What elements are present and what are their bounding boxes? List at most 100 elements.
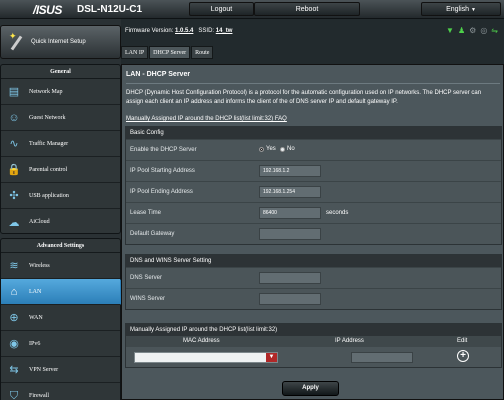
pool-start-input[interactable]: 192.168.1.2: [259, 165, 321, 177]
clients-status-icon[interactable]: ♟: [458, 26, 465, 36]
dns-server-input[interactable]: [259, 272, 321, 284]
col-edit: Edit: [457, 338, 468, 344]
sidebar-item-wireless[interactable]: ≋ Wireless: [1, 253, 120, 279]
tab-dhcp-server[interactable]: DHCP Server: [149, 46, 191, 59]
sidebar-item-label: IPv6: [29, 340, 41, 347]
apply-button[interactable]: Apply: [282, 381, 339, 396]
default-gateway-row: Default Gateway: [126, 223, 501, 244]
ipv6-icon: ◉: [9, 338, 19, 350]
basic-config-table: Basic Config Enable the DHCP Server Yes …: [125, 126, 502, 245]
firmware-info: Firmware Version: 1.0.5.4 SSID: 14_tw: [125, 28, 232, 34]
general-title: General: [1, 65, 120, 79]
dns-wins-title: DNS and WINS Server Setting: [126, 255, 501, 267]
dns-server-label: DNS Server: [130, 275, 163, 281]
advanced-menu: Advanced Settings ≋ Wireless ⌂ LAN ⊕ WAN ◉ I…: [0, 238, 130, 400]
vpn-icon: ⇆: [9, 364, 19, 376]
add-entry-icon[interactable]: +: [457, 350, 469, 362]
radio-unselected-icon: [280, 146, 285, 152]
tab-bar: LAN IP DHCP Server Route: [121, 46, 214, 59]
magic-wand-icon: [9, 31, 23, 51]
printer-status-icon[interactable]: ◎: [480, 26, 487, 36]
main-content: Firmware Version: 1.0.5.4 SSID: 14_tw ▼ …: [121, 19, 504, 400]
page-description: DHCP (Dynamic Host Configuration Protoco…: [126, 90, 482, 105]
status-icons: ▼ ♟ ⚙ ◎ ⇋: [446, 26, 498, 36]
advanced-title: Advanced Settings: [1, 239, 120, 253]
sidebar-item-label: LAN: [29, 288, 42, 295]
tab-route[interactable]: Route: [191, 46, 214, 59]
page-title: LAN - DHCP Server: [126, 71, 191, 78]
sidebar-item-label: USB application: [29, 192, 69, 199]
dhcp-panel: LAN - DHCP Server DHCP (Dynamic Host Con…: [121, 64, 504, 400]
traffic-manager-icon: ∿: [9, 138, 19, 150]
sidebar-item-firewall[interactable]: ⛉ Firewall: [1, 383, 120, 400]
manual-ip-table: Manually Assigned IP around the DHCP lis…: [125, 323, 502, 368]
tab-lan-ip[interactable]: LAN IP: [121, 46, 149, 59]
ssid-label: SSID:: [198, 28, 215, 34]
sidebar-item-parental-control[interactable]: 🔒 Parental control: [1, 157, 120, 183]
manual-ip-columns: MAC Address IP Address Edit: [126, 336, 501, 347]
faq-link[interactable]: Manually Assigned IP around the DHCP lis…: [126, 116, 287, 122]
enable-dhcp-row: Enable the DHCP Server Yes No: [126, 139, 501, 160]
firmware-bar: Firmware Version: 1.0.5.4 SSID: 14_tw ▼ …: [121, 19, 504, 45]
yes-label: Yes: [266, 146, 276, 152]
sidebar-item-label: Traffic Manager: [29, 140, 69, 147]
usb-status-icon[interactable]: ⚙: [469, 26, 476, 36]
lease-time-input[interactable]: 86400: [259, 207, 321, 219]
enable-no-radio[interactable]: No: [280, 146, 295, 152]
ssid-link[interactable]: 14_tw: [216, 28, 233, 34]
dns-wins-table: DNS and WINS Server Setting DNS Server W…: [125, 254, 502, 310]
sidebar-item-ipv6[interactable]: ◉ IPv6: [1, 331, 120, 357]
top-bar: /ISUS DSL-N12U-C1 Logout Reboot English …: [0, 0, 504, 19]
manual-ip-title: Manually Assigned IP around the DHCP lis…: [126, 324, 501, 336]
logout-button[interactable]: Logout: [189, 2, 254, 16]
router-admin-window: /ISUS DSL-N12U-C1 Logout Reboot English …: [0, 0, 504, 400]
pool-start-row: IP Pool Starting Address 192.168.1.2: [126, 160, 501, 181]
manual-ip-input[interactable]: [351, 352, 413, 363]
cloud-icon: ☁: [8, 216, 20, 229]
enable-dhcp-label: Enable the DHCP Server: [130, 147, 197, 153]
sidebar-item-label: Wireless: [29, 262, 50, 269]
sidebar-item-label: AiCloud: [29, 219, 50, 225]
sidebar-item-lan[interactable]: ⌂ LAN: [1, 279, 130, 305]
sidebar-item-traffic-manager[interactable]: ∿ Traffic Manager: [1, 131, 120, 157]
quick-setup-label: Quick Internet Setup: [31, 39, 86, 45]
sidebar-item-vpn-server[interactable]: ⇆ VPN Server: [1, 357, 120, 383]
pool-end-input[interactable]: 192.168.1.254: [259, 186, 321, 198]
usb-icon: ✣: [9, 190, 19, 202]
sidebar-item-label: Network Map: [29, 88, 63, 95]
wins-server-input[interactable]: [259, 293, 321, 305]
col-ip-address: IP Address: [335, 338, 364, 344]
enable-yes-radio[interactable]: Yes: [259, 146, 276, 152]
firmware-version-link[interactable]: 1.0.5.4: [175, 28, 193, 34]
sidebar-item-usb-application[interactable]: ✣ USB application: [1, 183, 120, 209]
chevron-down-icon[interactable]: ▼: [266, 353, 277, 362]
network-map-icon: ▤: [8, 86, 20, 98]
lease-unit: seconds: [326, 210, 349, 216]
firewall-icon: ⛉: [9, 389, 19, 400]
mac-address-select[interactable]: ▼: [134, 352, 278, 363]
sidebar-item-label: VPN Server: [29, 366, 59, 373]
general-menu: General ▤ Network Map ☺ Guest Network ∿ Tra…: [0, 64, 121, 234]
quick-internet-setup-button[interactable]: Quick Internet Setup: [0, 25, 121, 59]
col-mac-address: MAC Address: [183, 338, 220, 344]
parental-control-icon: 🔒: [7, 164, 21, 176]
dns-server-row: DNS Server: [126, 267, 501, 288]
language-label: English: [446, 6, 470, 13]
default-gateway-label: Default Gateway: [130, 231, 175, 237]
guest-network-icon: ☺: [8, 111, 20, 124]
sidebar-item-network-map[interactable]: ▤ Network Map: [1, 79, 120, 105]
sidebar-item-aicloud[interactable]: ☁ AiCloud: [1, 209, 120, 235]
default-gateway-input[interactable]: [259, 228, 321, 240]
network-status-icon[interactable]: ⇋: [491, 26, 498, 36]
globe-icon: ⊕: [9, 312, 19, 324]
reboot-button[interactable]: Reboot: [254, 2, 360, 16]
sidebar-item-label: Guest Network: [29, 114, 66, 121]
sidebar-item-label: WAN: [29, 314, 43, 321]
sidebar-item-guest-network[interactable]: ☺ Guest Network: [1, 105, 120, 131]
sidebar-item-wan[interactable]: ⊕ WAN: [1, 305, 120, 331]
brand-logo: /ISUS: [33, 3, 62, 17]
language-select[interactable]: English ▼: [421, 2, 501, 16]
no-label: No: [287, 146, 295, 152]
wifi-status-icon[interactable]: ▼: [446, 26, 454, 36]
wins-server-label: WINS Server: [130, 296, 166, 302]
